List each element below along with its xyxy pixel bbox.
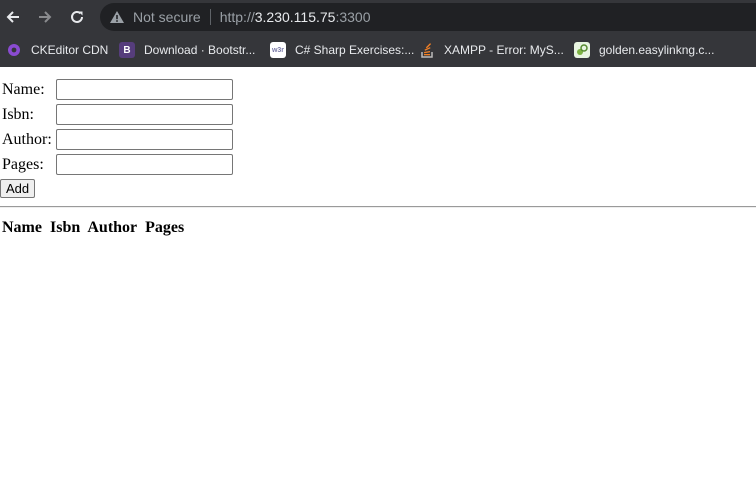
bookmark-label: XAMPP - Error: MyS... <box>444 43 564 57</box>
ckeditor-icon <box>6 42 22 58</box>
column-header-pages: Pages <box>145 219 185 236</box>
bookmark-label: CKEditor CDN <box>31 43 109 57</box>
author-input[interactable] <box>56 129 233 150</box>
table-header-row: Name Isbn Author Pages <box>2 219 188 237</box>
bootstrap-icon: B <box>119 42 135 58</box>
isbn-input[interactable] <box>56 104 233 125</box>
name-label: Name: <box>2 81 45 98</box>
url-host: 3.230.115.75 <box>254 9 336 25</box>
bookmark-w3resource[interactable]: w3r C# Sharp Exercises:... <box>270 40 414 60</box>
name-input[interactable] <box>56 79 233 100</box>
reload-button[interactable] <box>65 5 89 29</box>
arrow-left-icon <box>6 11 19 23</box>
url-scheme: http:// <box>219 9 255 25</box>
column-header-name: Name <box>2 219 42 236</box>
reload-icon <box>71 10 83 23</box>
author-label: Author: <box>2 131 52 148</box>
forward-button[interactable] <box>33 5 57 29</box>
stackoverflow-icon <box>419 42 435 58</box>
bookmark-ckeditor[interactable]: CKEditor CDN <box>6 40 108 60</box>
back-button[interactable] <box>1 5 25 29</box>
bookmark-bootstrap[interactable]: B Download · Bootstr... <box>119 40 255 60</box>
column-header-isbn: Isbn <box>49 219 81 236</box>
site-icon <box>574 42 590 58</box>
add-button[interactable]: Add <box>0 179 36 198</box>
warning-icon[interactable] <box>109 10 125 24</box>
pages-input[interactable] <box>56 154 233 175</box>
isbn-label: Isbn: <box>2 106 34 123</box>
bookmark-label: C# Sharp Exercises:... <box>295 43 415 57</box>
url-port: :3300 <box>335 9 371 25</box>
security-label[interactable]: Not secure <box>133 9 201 25</box>
pages-label: Pages: <box>2 156 44 173</box>
bookmark-easylink[interactable]: golden.easylinkng.c... <box>574 40 714 60</box>
arrow-right-icon <box>39 11 52 23</box>
address-bar[interactable]: Not secure http://3.230.115.75:3300 <box>100 3 756 31</box>
column-header-author: Author <box>87 219 138 236</box>
browser-toolbar: Not secure http://3.230.115.75:3300 <box>0 0 756 34</box>
w3r-icon: w3r <box>270 42 286 58</box>
page-content: Name: Isbn: Author: Pages: Add Name Isbn… <box>0 67 756 491</box>
divider <box>209 9 211 25</box>
bookmarks-bar: CKEditor CDN B Download · Bootstr... w3r… <box>0 34 756 67</box>
bookmark-stackoverflow[interactable]: XAMPP - Error: MyS... <box>419 40 564 60</box>
bookmark-label: Download · Bootstr... <box>144 43 256 57</box>
divider <box>0 206 756 208</box>
bookmark-label: golden.easylinkng.c... <box>599 43 715 57</box>
